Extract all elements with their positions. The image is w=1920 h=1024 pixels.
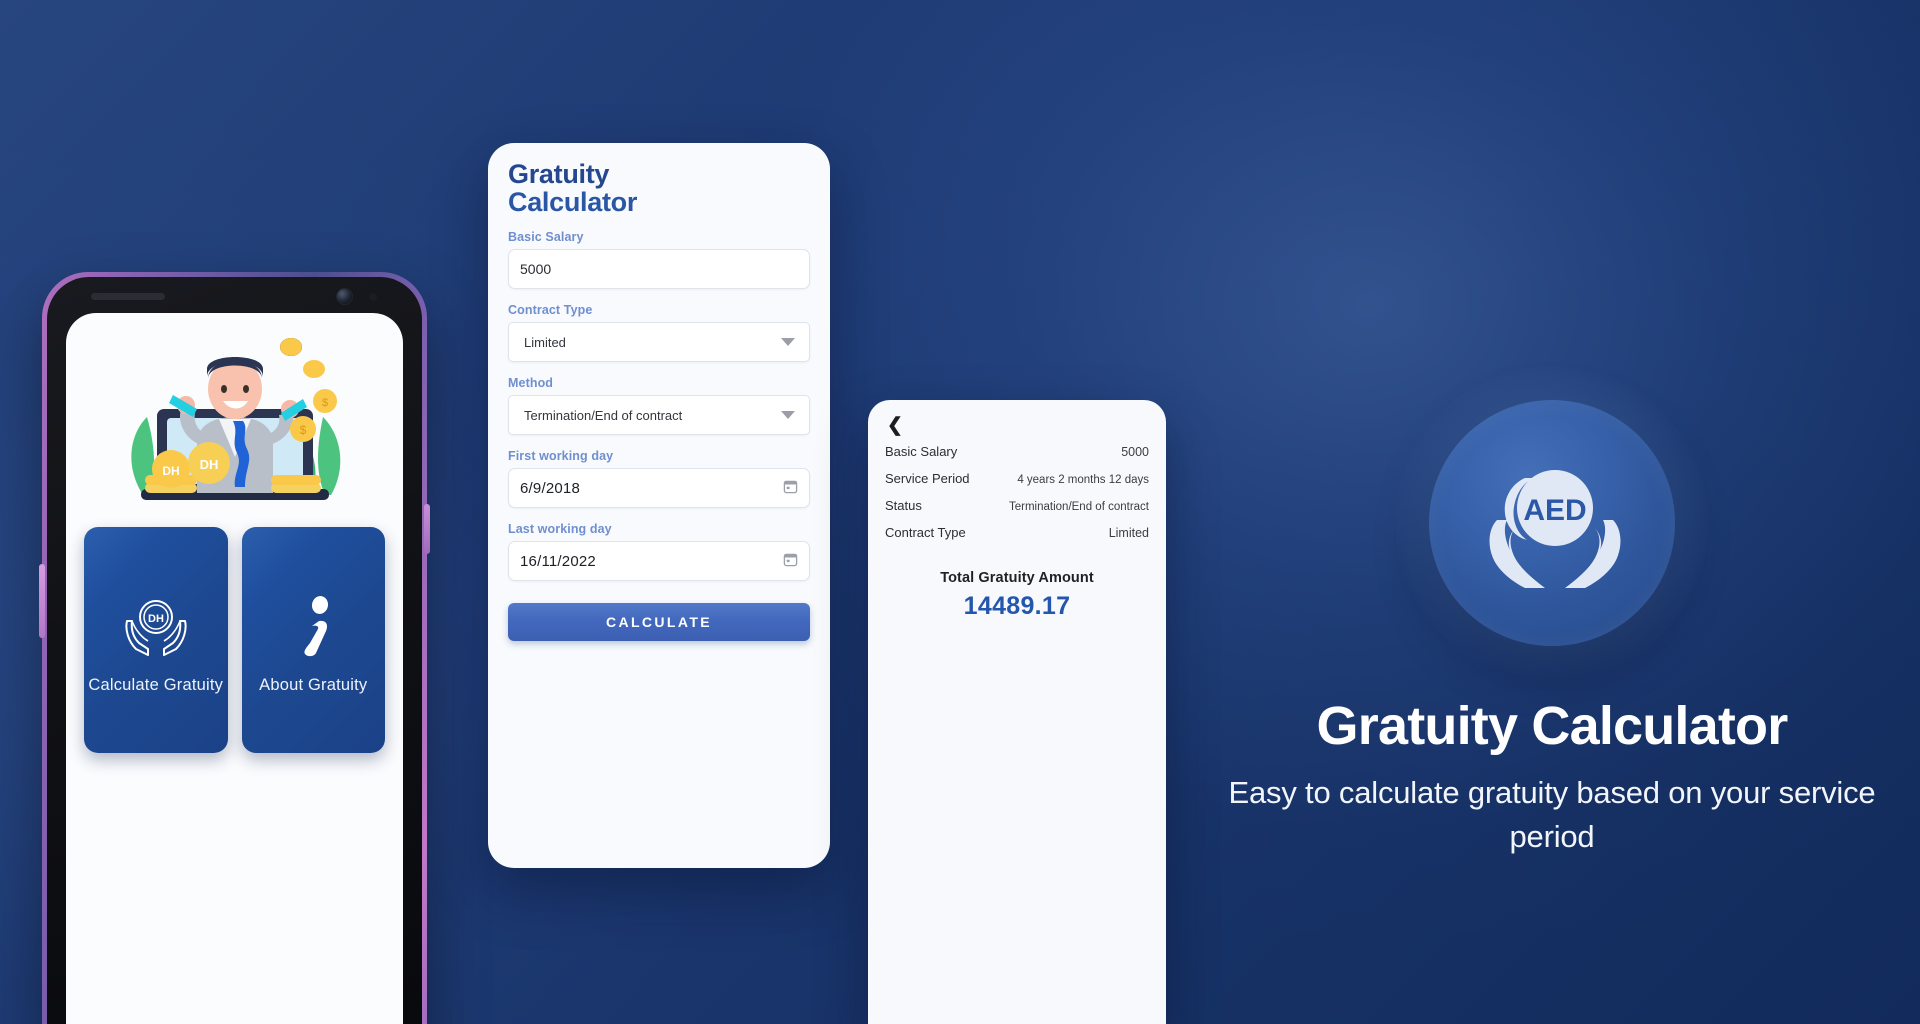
home-illustration: $ $ DH DH (66, 313, 403, 521)
input-first-working-day[interactable]: 6/9/2018 (508, 468, 810, 509)
result-row-basic-salary: Basic Salary 5000 (882, 438, 1152, 465)
svg-text:DH: DH (148, 613, 164, 625)
svg-text:DH: DH (199, 457, 218, 472)
phone-power-button[interactable] (424, 504, 430, 554)
info-italic-i-icon (283, 585, 343, 659)
result-key: Contract Type (885, 525, 966, 540)
label-basic-salary: Basic Salary (508, 230, 584, 245)
hands-holding-dh-coin-icon: DH (119, 585, 193, 659)
result-key: Status (885, 498, 922, 513)
hands-holding-aed-coin-icon: AED (1489, 470, 1621, 588)
input-value: 5000 (520, 261, 552, 278)
page-title-line1: Gratuity (508, 159, 610, 189)
front-camera-icon (337, 289, 352, 304)
form-screen: Gratuity Calculator Basic Salary 5000 Co… (488, 143, 830, 642)
svg-text:$: $ (299, 423, 306, 437)
home-screen: $ $ DH DH DH Calculate Gratuity About Gr… (66, 313, 403, 1024)
result-value: Limited (1108, 526, 1149, 540)
svg-text:$: $ (321, 397, 327, 409)
input-last-working-day[interactable]: 16/11/2022 (508, 541, 810, 582)
total-gratuity-block: Total Gratuity Amount 14489.17 (882, 570, 1152, 621)
page-title-line2: Calculator (508, 186, 638, 217)
branding-block: AED Gratuity Calculator Easy to calculat… (1216, 366, 1888, 859)
chevron-down-icon (781, 411, 795, 420)
result-row-service-period: Service Period 4 years 2 months 12 days (882, 465, 1152, 492)
result-screen-device: ❮ Basic Salary 5000 Service Period 4 yea… (868, 400, 1166, 1024)
app-logo: AED (1395, 366, 1709, 680)
label-first-working-day: First working day (508, 449, 614, 464)
brand-subtitle: Easy to calculate gratuity based on your… (1228, 774, 1876, 854)
result-value: 5000 (1121, 445, 1149, 459)
result-value: 4 years 2 months 12 days (1017, 474, 1149, 486)
result-key: Basic Salary (885, 444, 958, 459)
earpiece-speaker-icon (91, 293, 165, 300)
label-method: Method (508, 376, 554, 391)
logo-text: AED (1523, 494, 1586, 527)
calendar-icon[interactable] (783, 479, 798, 497)
proximity-sensor-icon (369, 293, 377, 301)
chevron-down-icon (781, 338, 795, 347)
form-screen-device: Gratuity Calculator Basic Salary 5000 Co… (488, 143, 830, 868)
select-value: Limited (524, 334, 566, 350)
select-contract-type[interactable]: Limited (508, 322, 810, 363)
card-calculate-gratuity[interactable]: DH Calculate Gratuity (84, 527, 228, 753)
card-label: About Gratuity (259, 676, 368, 694)
promo-banner: $ $ DH DH DH Calculate Gratuity About Gr… (0, 0, 1920, 1024)
card-about-gratuity[interactable]: About Gratuity (241, 527, 385, 753)
calculate-button[interactable]: CALCULATE (508, 603, 810, 642)
home-menu-cards: DH Calculate Gratuity About Gratuity (66, 527, 403, 753)
businessman-with-coins-illustration: $ $ DH DH (130, 338, 340, 500)
phone-bezel: $ $ DH DH DH Calculate Gratuity About Gr… (47, 277, 422, 1024)
select-method[interactable]: Termination/End of contract (508, 395, 810, 436)
page-title: Gratuity Calculator (508, 159, 810, 217)
card-label: Calculate Gratuity (88, 676, 224, 694)
total-label: Total Gratuity Amount (940, 570, 1094, 586)
select-value: Termination/End of contract (524, 407, 683, 423)
label-last-working-day: Last working day (508, 522, 612, 537)
result-row-status: Status Termination/End of contract (882, 492, 1152, 519)
date-value: 6/9/2018 (520, 479, 580, 497)
svg-text:DH: DH (162, 464, 179, 478)
phone-volume-button[interactable] (39, 564, 45, 638)
label-contract-type: Contract Type (508, 303, 593, 318)
result-row-contract-type: Contract Type Limited (882, 519, 1152, 546)
total-amount: 14489.17 (963, 592, 1071, 620)
home-screen-device: $ $ DH DH DH Calculate Gratuity About Gr… (39, 272, 430, 1024)
result-key: Service Period (885, 471, 970, 486)
date-value: 16/11/2022 (520, 552, 596, 570)
result-value: Termination/End of contract (1009, 501, 1149, 513)
brand-title: Gratuity Calculator (1316, 696, 1789, 756)
chevron-left-icon[interactable]: ❮ (882, 412, 908, 438)
input-basic-salary[interactable]: 5000 (508, 249, 810, 290)
calendar-icon[interactable] (783, 552, 798, 570)
result-screen: ❮ Basic Salary 5000 Service Period 4 yea… (868, 400, 1166, 621)
